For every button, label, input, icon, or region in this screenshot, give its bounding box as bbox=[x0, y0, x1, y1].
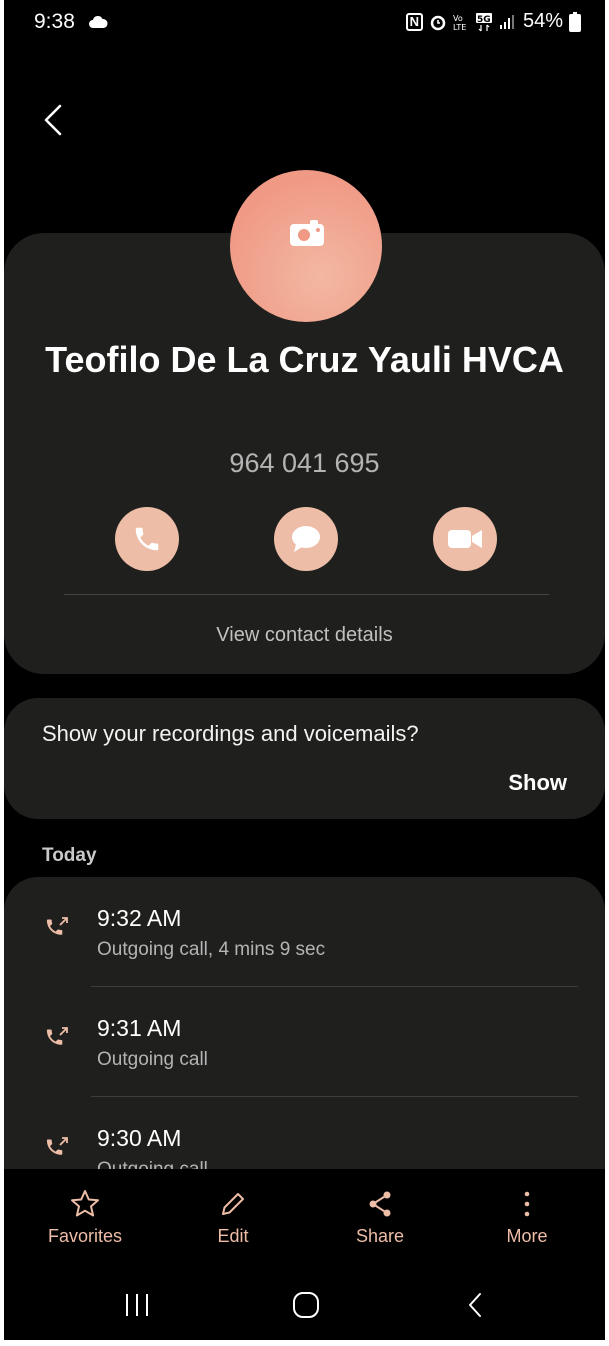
call-log: 9:32 AM Outgoing call, 4 mins 9 sec 9:31… bbox=[4, 877, 605, 1169]
outgoing-call-icon bbox=[46, 1137, 68, 1155]
back-button[interactable] bbox=[34, 100, 74, 140]
nfc-icon: N bbox=[405, 12, 423, 31]
star-icon bbox=[71, 1190, 99, 1217]
call-description: Outgoing call, 4 mins 9 sec bbox=[97, 939, 326, 960]
video-call-button[interactable] bbox=[433, 507, 497, 571]
video-call-icon bbox=[448, 530, 482, 548]
call-description: Outgoing call bbox=[97, 1159, 208, 1169]
recordings-card: Show your recordings and voicemails? Sho… bbox=[4, 698, 605, 819]
outgoing-call-icon bbox=[46, 917, 68, 935]
home-icon bbox=[293, 1292, 319, 1318]
status-bar: 9:38 N Vo LTE 5G 54% bbox=[4, 0, 605, 44]
cloud-icon bbox=[89, 15, 108, 28]
share-button[interactable]: Share bbox=[320, 1188, 440, 1247]
home-button[interactable] bbox=[286, 1287, 326, 1323]
more-button[interactable]: More bbox=[467, 1188, 587, 1247]
contact-name: Teofilo De La Cruz Yauli HVCA bbox=[45, 339, 564, 380]
battery-icon bbox=[569, 11, 581, 32]
call-log-item[interactable]: 9:30 AM Outgoing call bbox=[4, 1097, 605, 1169]
view-contact-details-link[interactable]: View contact details bbox=[4, 624, 605, 647]
svg-text:Vo: Vo bbox=[453, 14, 463, 23]
camera-icon bbox=[290, 220, 324, 246]
more-vertical-icon bbox=[524, 1191, 530, 1217]
battery-text: 54% bbox=[522, 10, 563, 32]
5g-icon: 5G bbox=[475, 12, 492, 31]
card-divider bbox=[64, 594, 549, 595]
call-time: 9:31 AM bbox=[97, 1015, 182, 1041]
contact-number: 964 041 695 bbox=[229, 448, 380, 478]
svg-text:5G: 5G bbox=[477, 15, 491, 25]
bottom-toolbar: Favorites Edit Share More bbox=[4, 1170, 605, 1270]
call-time: 9:30 AM bbox=[97, 1125, 182, 1151]
outgoing-call-icon bbox=[46, 1027, 68, 1045]
more-label: More bbox=[506, 1226, 548, 1246]
alarm-icon bbox=[430, 15, 446, 30]
contact-avatar[interactable] bbox=[230, 170, 382, 322]
phone-icon bbox=[135, 527, 159, 551]
recent-apps-icon bbox=[126, 1294, 148, 1316]
favorites-button[interactable]: Favorites bbox=[25, 1188, 145, 1247]
status-time: 9:38 bbox=[34, 10, 75, 33]
call-time: 9:32 AM bbox=[97, 905, 182, 931]
screen: 9:38 N Vo LTE 5G 54% Teofilo De La Cruz … bbox=[4, 0, 605, 1340]
message-button[interactable] bbox=[274, 507, 338, 571]
status-icons: N Vo LTE 5G 54% bbox=[405, 10, 581, 33]
volte-icon: Vo LTE bbox=[453, 14, 466, 31]
call-description: Outgoing call bbox=[97, 1049, 208, 1070]
favorites-label: Favorites bbox=[47, 1226, 123, 1246]
recent-apps-button[interactable] bbox=[117, 1287, 157, 1323]
call-log-item[interactable]: 9:32 AM Outgoing call, 4 mins 9 sec bbox=[4, 877, 605, 987]
edit-label: Edit bbox=[217, 1226, 249, 1246]
recordings-prompt: Show your recordings and voicemails? bbox=[42, 721, 419, 746]
edit-button[interactable]: Edit bbox=[173, 1188, 293, 1247]
navigation-bar bbox=[4, 1270, 605, 1340]
share-label: Share bbox=[355, 1226, 405, 1246]
show-button[interactable]: Show bbox=[508, 770, 567, 796]
pencil-icon bbox=[222, 1193, 244, 1215]
nav-back-button[interactable] bbox=[455, 1287, 495, 1323]
message-icon bbox=[292, 526, 320, 552]
call-log-item[interactable]: 9:31 AM Outgoing call bbox=[4, 987, 605, 1097]
svg-text:LTE: LTE bbox=[453, 23, 466, 31]
section-label-today: Today bbox=[42, 845, 97, 866]
signal-icon bbox=[499, 14, 514, 29]
call-button[interactable] bbox=[115, 507, 179, 571]
share-icon bbox=[369, 1191, 391, 1217]
back-icon bbox=[469, 1293, 481, 1317]
